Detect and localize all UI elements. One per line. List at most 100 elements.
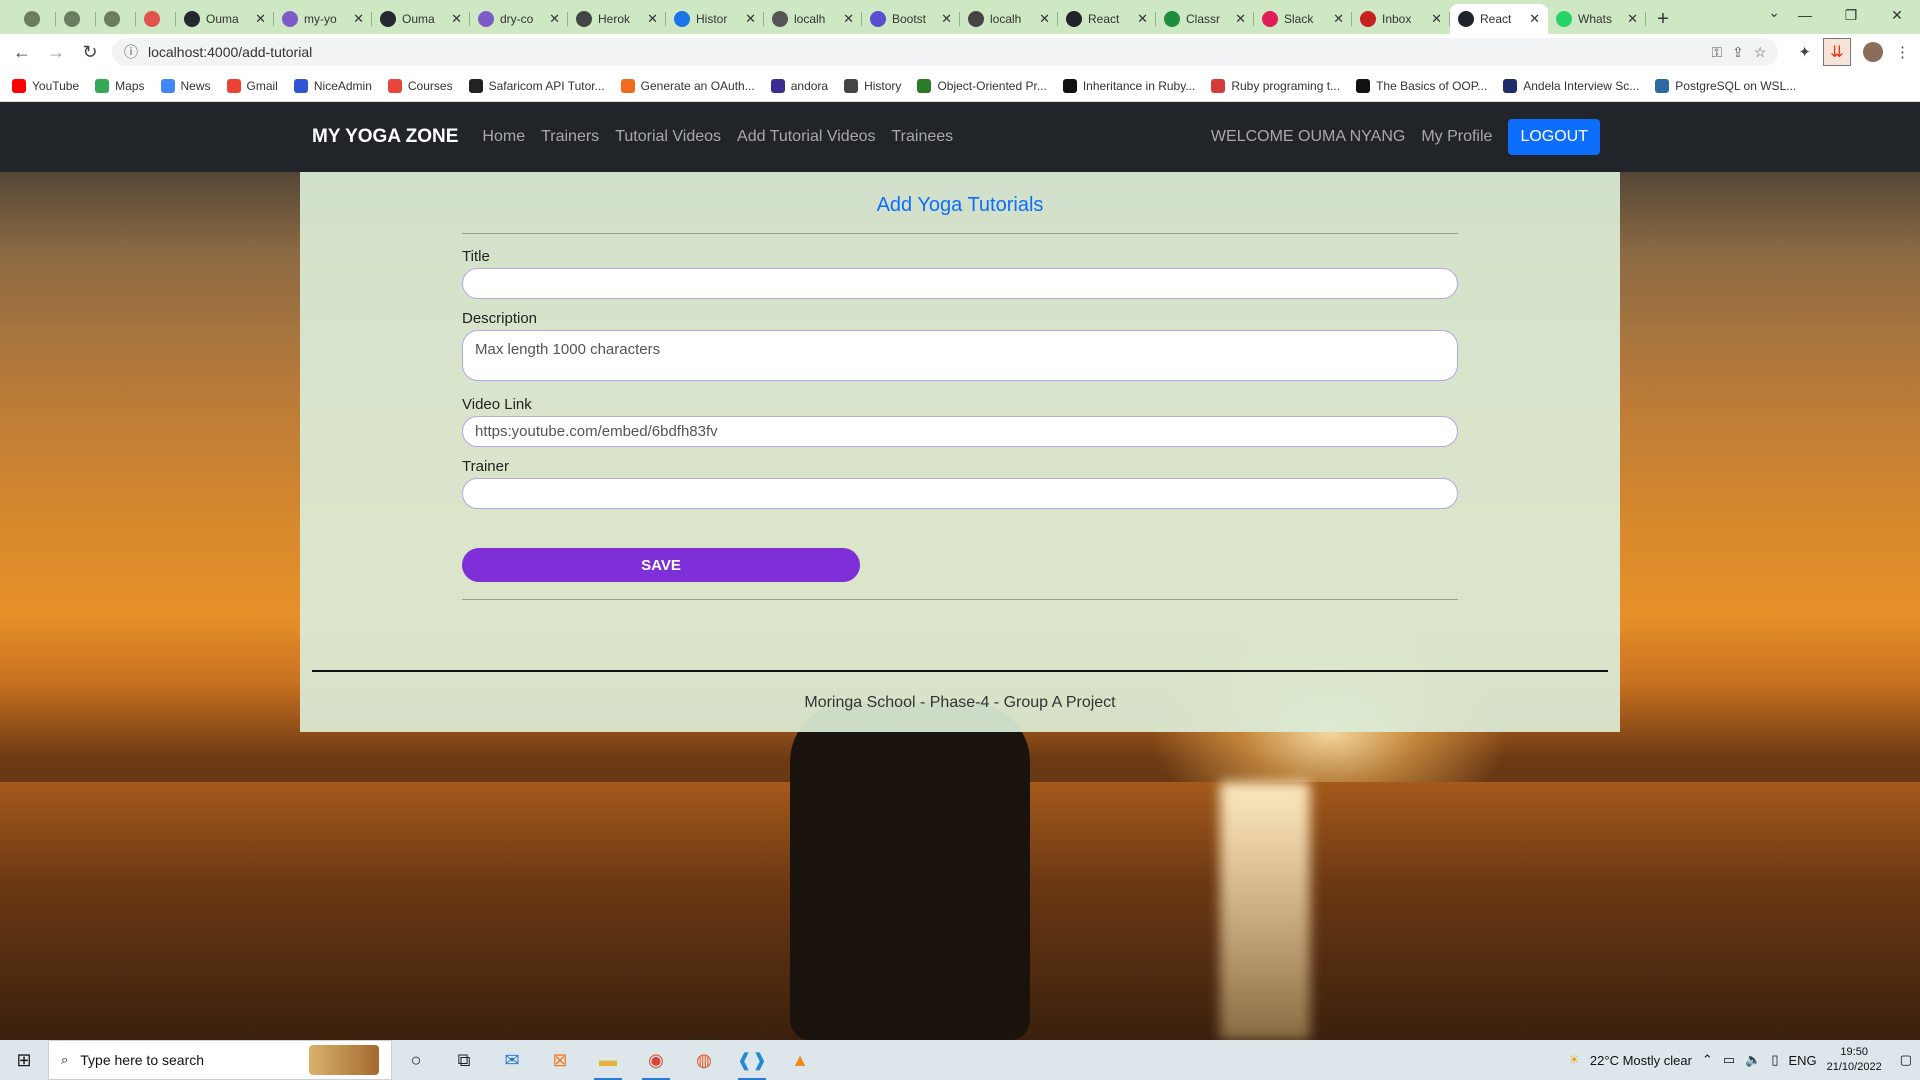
browser-tab[interactable]: Ouma ✕ — [372, 4, 470, 34]
tab-close-icon[interactable]: ✕ — [451, 11, 462, 27]
tab-search-icon[interactable]: ⌄ — [1768, 4, 1780, 21]
volume-icon[interactable]: 🔈 — [1745, 1052, 1761, 1068]
title-input[interactable] — [462, 268, 1458, 299]
xampp-icon[interactable]: ⊠ — [536, 1040, 584, 1080]
tab-close-icon[interactable]: ✕ — [1333, 11, 1344, 27]
bookmark-item[interactable]: PostgreSQL on WSL... — [1655, 78, 1796, 93]
browser-tab[interactable]: dry-co ✕ — [470, 4, 568, 34]
browser-tab[interactable] — [16, 4, 56, 34]
minimize-icon[interactable]: — — [1782, 0, 1828, 30]
tab-close-icon[interactable]: ✕ — [1529, 11, 1540, 27]
star-icon[interactable]: ☆ — [1754, 44, 1767, 61]
tab-close-icon[interactable]: ✕ — [941, 11, 952, 27]
nav-trainers[interactable]: Trainers — [541, 128, 599, 146]
weather-text[interactable]: 22°C Mostly clear — [1590, 1053, 1692, 1068]
description-textarea[interactable]: Max length 1000 characters — [462, 330, 1458, 381]
app-brand[interactable]: MY YOGA ZONE — [312, 126, 458, 148]
browser-tab[interactable] — [96, 4, 136, 34]
browser-tab[interactable]: localh ✕ — [960, 4, 1058, 34]
bookmark-item[interactable]: Generate an OAuth... — [620, 78, 755, 93]
vscode-icon[interactable]: ❰❱ — [728, 1040, 776, 1080]
close-window-icon[interactable]: ✕ — [1874, 0, 1920, 30]
bookmark-item[interactable]: Gmail — [226, 78, 278, 93]
bookmark-item[interactable]: Safaricom API Tutor... — [468, 78, 605, 93]
bookmark-item[interactable]: History — [844, 78, 901, 93]
bookmark-item[interactable]: News — [160, 78, 211, 93]
trainer-input[interactable] — [462, 478, 1458, 509]
notifications-icon[interactable]: ▢ — [1900, 1052, 1912, 1068]
save-button[interactable]: SAVE — [462, 548, 860, 582]
tab-close-icon[interactable]: ✕ — [549, 11, 560, 27]
site-info-icon[interactable]: ⓘ — [124, 42, 138, 62]
forward-icon[interactable]: → — [44, 40, 68, 64]
browser-tab[interactable]: my-yo ✕ — [274, 4, 372, 34]
chrome-icon[interactable]: ◉ — [632, 1040, 680, 1080]
task-view-icon[interactable]: ⧉ — [440, 1040, 488, 1080]
browser-tab[interactable]: Slack ✕ — [1254, 4, 1352, 34]
key-icon[interactable]: ⚿ — [1711, 44, 1722, 61]
ubuntu-icon[interactable]: ◍ — [680, 1040, 728, 1080]
browser-tab[interactable]: React ✕ — [1058, 4, 1156, 34]
cortana-icon[interactable]: ○ — [392, 1040, 440, 1080]
tab-close-icon[interactable]: ✕ — [353, 11, 364, 27]
address-url[interactable]: localhost:4000/add-tutorial — [148, 44, 1701, 60]
bookmark-item[interactable]: Andela Interview Sc... — [1503, 78, 1639, 93]
new-tab-button[interactable]: + — [1646, 4, 1680, 34]
tab-close-icon[interactable]: ✕ — [1235, 11, 1246, 27]
tab-close-icon[interactable]: ✕ — [1431, 11, 1442, 27]
restore-icon[interactable]: ❐ — [1828, 0, 1874, 30]
nav-my-profile[interactable]: My Profile — [1421, 128, 1492, 146]
bookmark-item[interactable]: Inheritance in Ruby... — [1062, 78, 1195, 93]
share-icon[interactable]: ⇪ — [1732, 44, 1744, 61]
tab-close-icon[interactable]: ✕ — [1039, 11, 1050, 27]
profile-avatar[interactable] — [1863, 42, 1883, 62]
extensions-icon[interactable]: ✦ — [1798, 43, 1811, 61]
browser-tab[interactable]: Histor ✕ — [666, 4, 764, 34]
video-link-input[interactable]: https:youtube.com/embed/6bdfh83fv — [462, 416, 1458, 447]
browser-tab[interactable]: Whats ✕ — [1548, 4, 1646, 34]
browser-tab[interactable]: React ✕ — [1450, 4, 1548, 34]
browser-tab[interactable]: Bootst ✕ — [862, 4, 960, 34]
bookmark-item[interactable]: NiceAdmin — [293, 78, 372, 93]
bookmark-item[interactable]: Object-Oriented Pr... — [917, 78, 1047, 93]
tab-close-icon[interactable]: ✕ — [745, 11, 756, 27]
browser-tab[interactable] — [136, 4, 176, 34]
tray-chevron-icon[interactable]: ⌃ — [1702, 1052, 1713, 1068]
network-icon[interactable]: ▭ — [1723, 1052, 1735, 1068]
battery-icon[interactable]: ▯ — [1771, 1052, 1778, 1068]
browser-tab[interactable]: Herok ✕ — [568, 4, 666, 34]
nav-tutorial-videos[interactable]: Tutorial Videos — [615, 128, 721, 146]
nav-trainees[interactable]: Trainees — [892, 128, 954, 146]
bookmark-item[interactable]: Maps — [95, 78, 145, 93]
reload-icon[interactable]: ↻ — [78, 40, 102, 64]
language-indicator[interactable]: ENG — [1788, 1053, 1816, 1068]
vlc-icon[interactable]: ▲ — [776, 1040, 824, 1080]
file-explorer-icon[interactable]: ▬ — [584, 1040, 632, 1080]
browser-tab[interactable]: localh ✕ — [764, 4, 862, 34]
tab-close-icon[interactable]: ✕ — [255, 11, 266, 27]
windows-start-icon[interactable]: ⊞ — [0, 1040, 48, 1080]
tab-close-icon[interactable]: ✕ — [1627, 11, 1638, 27]
logout-button[interactable]: LOGOUT — [1508, 119, 1600, 155]
bookmark-item[interactable]: YouTube — [12, 78, 79, 93]
mail-icon[interactable]: ✉ — [488, 1040, 536, 1080]
clock[interactable]: 19:50 21/10/2022 — [1827, 1045, 1882, 1075]
weather-icon[interactable]: ☀ — [1568, 1052, 1580, 1068]
bookmark-item[interactable]: andora — [770, 78, 828, 93]
back-icon[interactable]: ← — [10, 40, 34, 64]
nav-add-tutorial-videos[interactable]: Add Tutorial Videos — [737, 128, 875, 146]
bookmark-item[interactable]: Ruby programing t... — [1211, 78, 1340, 93]
downloader-extension-icon[interactable]: ⇊ — [1823, 38, 1851, 66]
browser-tab[interactable] — [56, 4, 96, 34]
tab-close-icon[interactable]: ✕ — [843, 11, 854, 27]
browser-tab[interactable]: Ouma ✕ — [176, 4, 274, 34]
nav-home[interactable]: Home — [482, 128, 525, 146]
tab-close-icon[interactable]: ✕ — [1137, 11, 1148, 27]
browser-tab[interactable]: Classr ✕ — [1156, 4, 1254, 34]
bookmark-item[interactable]: The Basics of OOP... — [1356, 78, 1487, 93]
browser-tab[interactable]: Inbox ✕ — [1352, 4, 1450, 34]
address-bar[interactable]: ⓘ localhost:4000/add-tutorial ⚿ ⇪ ☆ — [112, 38, 1779, 66]
taskbar-search[interactable]: ⌕ Type here to search — [48, 1040, 392, 1080]
tab-close-icon[interactable]: ✕ — [647, 11, 658, 27]
menu-icon[interactable]: ⋮ — [1895, 43, 1910, 61]
